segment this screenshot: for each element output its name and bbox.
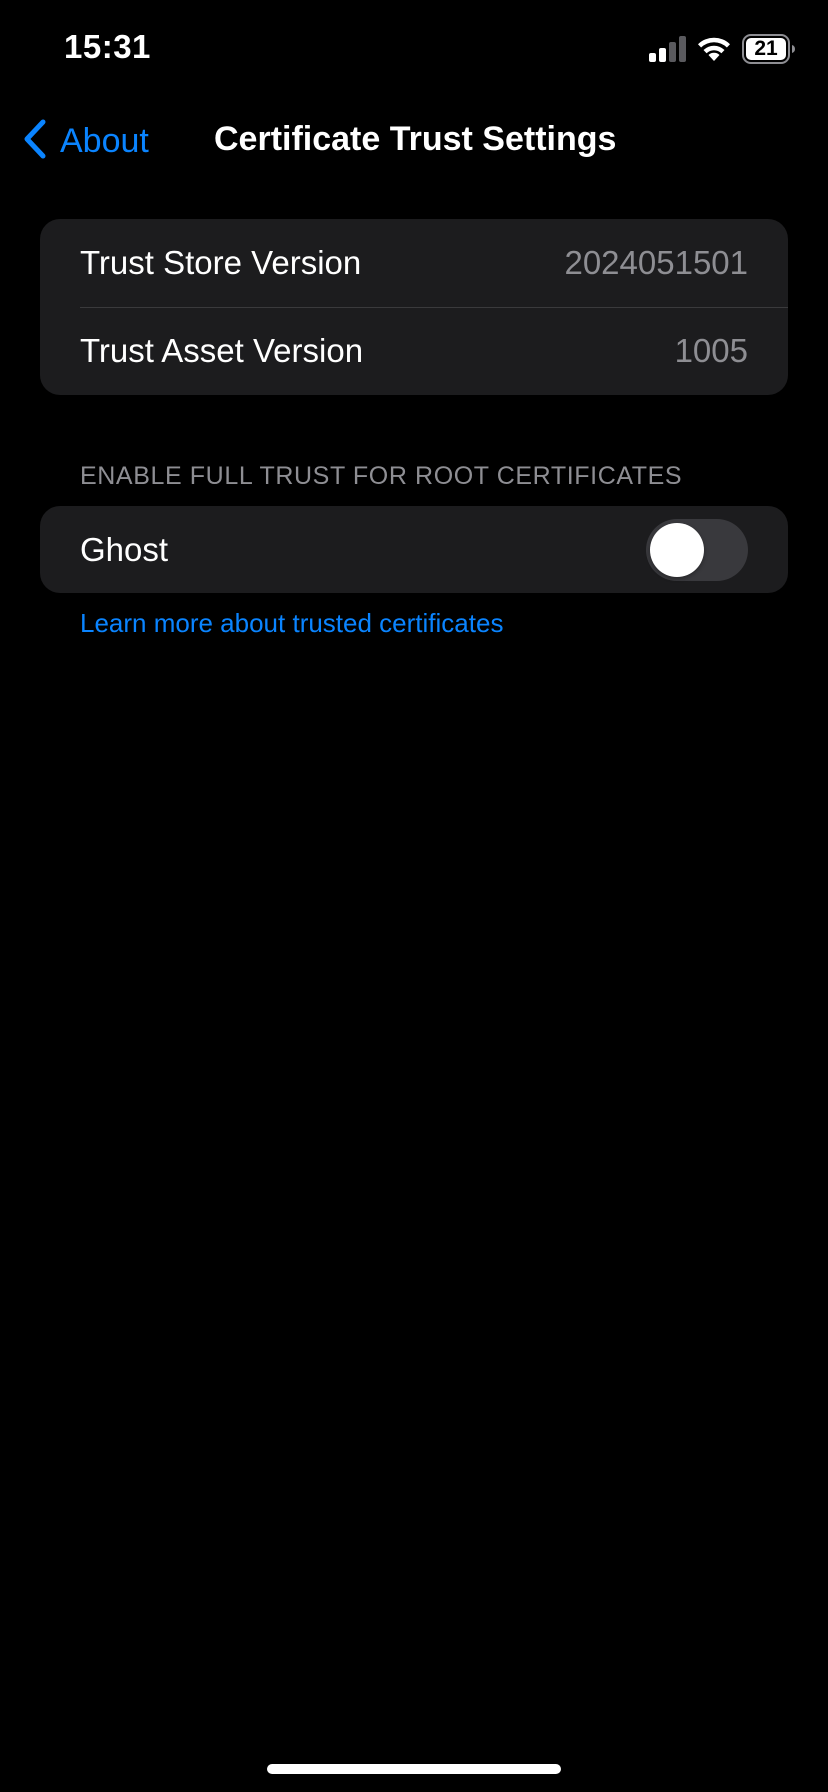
versions-group: Trust Store Version 2024051501 Trust Ass… xyxy=(40,219,788,395)
battery-level: 21 xyxy=(754,37,778,60)
full-trust-toggle[interactable] xyxy=(646,519,748,581)
wifi-icon xyxy=(696,35,732,63)
cellular-signal-icon xyxy=(648,36,686,62)
status-time: 15:31 xyxy=(64,28,151,65)
trust-asset-version-label: Trust Asset Version xyxy=(80,332,364,369)
status-bar: 15:31 21 xyxy=(0,0,828,100)
certificate-name: Ghost xyxy=(80,531,169,568)
navigation-bar: About Certificate Trust Settings xyxy=(0,100,828,180)
chevron-left-icon xyxy=(22,119,48,164)
trust-asset-version-row: Trust Asset Version 1005 xyxy=(40,307,788,395)
learn-more-link[interactable]: Learn more about trusted certificates xyxy=(80,608,503,639)
trust-store-version-label: Trust Store Version xyxy=(80,244,362,281)
toggle-knob xyxy=(650,523,704,577)
root-trust-group: Ghost xyxy=(40,506,788,593)
trust-store-version-value: 2024051501 xyxy=(564,244,748,281)
home-indicator[interactable] xyxy=(267,1764,561,1774)
back-button[interactable]: About xyxy=(22,118,149,164)
trust-store-version-row: Trust Store Version 2024051501 xyxy=(40,219,788,307)
root-trust-section-header: ENABLE FULL TRUST FOR ROOT CERTIFICATES xyxy=(80,462,683,490)
battery-icon: 21 xyxy=(742,34,796,64)
back-label: About xyxy=(60,121,149,160)
trust-asset-version-value: 1005 xyxy=(674,332,748,369)
certificate-row-ghost: Ghost xyxy=(40,506,788,593)
status-icons: 21 xyxy=(648,34,796,64)
page-title: Certificate Trust Settings xyxy=(214,120,617,158)
